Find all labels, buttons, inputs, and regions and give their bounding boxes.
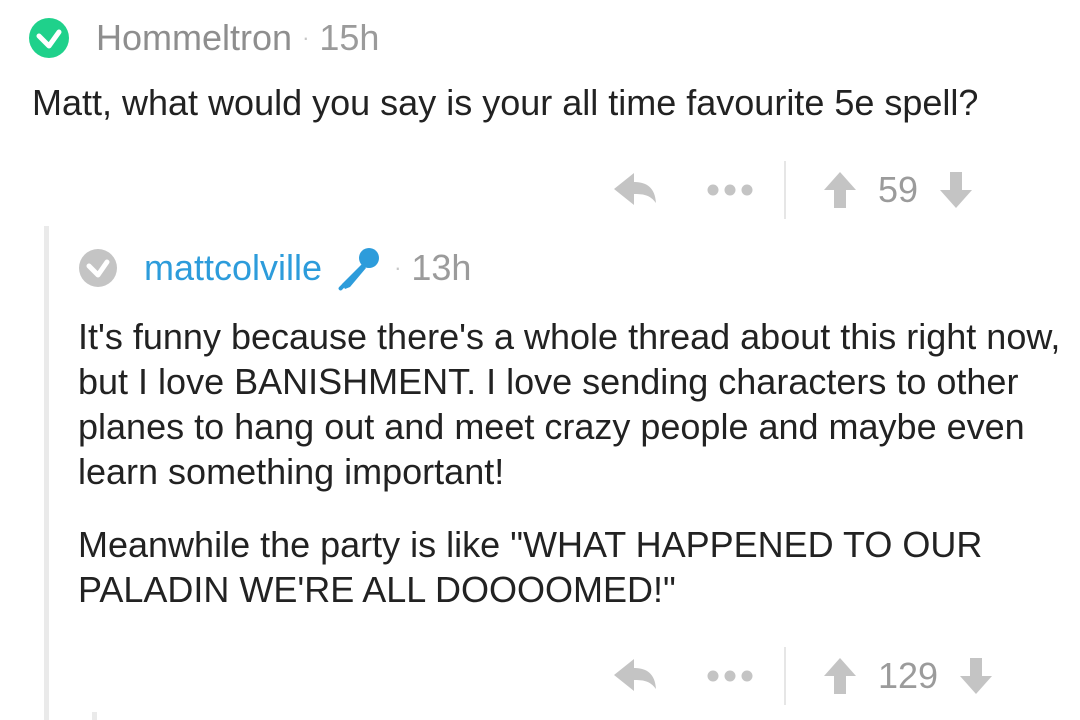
thread-indent-line[interactable] bbox=[92, 712, 97, 720]
meta-separator: · bbox=[394, 255, 402, 280]
microphone-icon bbox=[334, 243, 384, 293]
comment-paragraph: Matt, what would you say is your all tim… bbox=[32, 82, 979, 123]
comment-meta: mattcolville · 13h bbox=[78, 238, 471, 298]
more-options-icon[interactable] bbox=[706, 183, 754, 197]
meta-separator: · bbox=[302, 25, 310, 50]
reply-arrow-icon[interactable] bbox=[612, 167, 658, 213]
comment-meta: Hommeltron · 15h bbox=[28, 8, 379, 68]
upvote-arrow-icon[interactable] bbox=[822, 656, 858, 696]
reply-arrow-icon[interactable] bbox=[612, 653, 658, 699]
downvote-arrow-icon[interactable] bbox=[958, 656, 994, 696]
comment-author[interactable]: Hommeltron bbox=[96, 17, 292, 59]
action-divider bbox=[784, 161, 786, 219]
more-options-icon[interactable] bbox=[706, 669, 754, 683]
comment-score: 129 bbox=[878, 655, 939, 696]
comment-time: 13h bbox=[411, 247, 472, 288]
comment-body: It's funny because there's a whole threa… bbox=[78, 314, 1068, 612]
action-divider bbox=[784, 647, 786, 705]
comment-actions: 59 bbox=[612, 160, 974, 220]
check-circle-icon bbox=[28, 17, 70, 59]
comment-author[interactable]: mattcolville bbox=[144, 247, 322, 289]
comment-actions: 129 bbox=[612, 646, 994, 706]
comment-body: Matt, what would you say is your all tim… bbox=[32, 80, 1072, 125]
upvote-arrow-icon[interactable] bbox=[822, 170, 858, 210]
comment-paragraph: Meanwhile the party is like "WHAT HAPPEN… bbox=[78, 524, 983, 610]
downvote-arrow-icon[interactable] bbox=[938, 170, 974, 210]
comment-score: 59 bbox=[878, 169, 919, 210]
thread-indent-line[interactable] bbox=[44, 226, 49, 720]
comment-time: 15h bbox=[319, 17, 380, 58]
comment-paragraph: It's funny because there's a whole threa… bbox=[78, 316, 1061, 492]
check-circle-icon bbox=[78, 248, 118, 288]
